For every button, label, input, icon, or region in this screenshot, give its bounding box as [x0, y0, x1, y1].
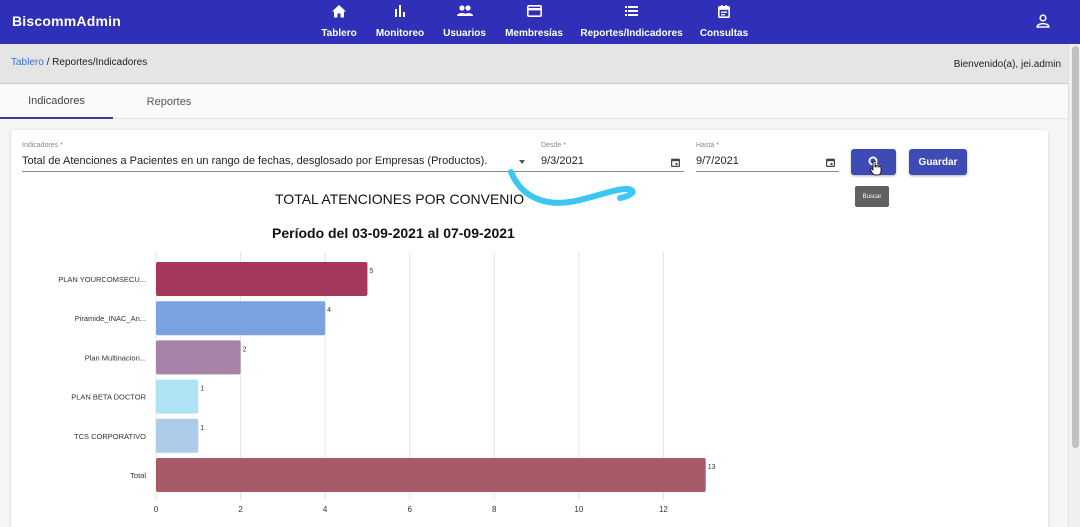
nav-tablero[interactable]: Tablero	[321, 0, 357, 44]
bar[interactable]	[156, 262, 368, 296]
y-category-label: Total	[130, 471, 146, 480]
bar-value-label: 5	[369, 268, 373, 275]
nav-consultas[interactable]: Consultas	[699, 0, 749, 44]
nav-label: Monitoreo	[375, 28, 425, 39]
people-icon	[456, 3, 473, 19]
x-tick-label: 6	[407, 505, 412, 514]
card-icon	[526, 3, 542, 19]
bar-chart-icon	[394, 3, 406, 19]
breadcrumb-bar: Tablero / Reportes/Indicadores Bienvenid…	[0, 44, 1068, 84]
bar-chart: 0 2 4 6 8 10 12PLAN YOURCOMSECU...5Piramide_IN…	[58, 252, 716, 514]
list-icon	[625, 3, 638, 19]
calendar-icon	[718, 3, 730, 19]
x-tick-label: 10	[574, 505, 583, 514]
nav-label: Membresías	[505, 28, 563, 39]
bar-value-label: 13	[708, 464, 716, 471]
tab-bar: Indicadores Reportes	[0, 85, 1068, 119]
y-category-label: Piramide_INAC_An...	[75, 314, 146, 323]
breadcrumb-current: Reportes/Indicadores	[52, 57, 148, 68]
nav-label: Tablero	[321, 28, 357, 39]
x-tick-label: 12	[659, 505, 668, 514]
tab-reportes[interactable]: Reportes	[113, 85, 225, 119]
nav-label: Usuarios	[443, 28, 486, 39]
vertical-scrollbar[interactable]	[1068, 44, 1080, 527]
bar-value-label: 2	[243, 346, 247, 353]
y-category-label: TCS CORPORATIVO	[74, 432, 146, 441]
breadcrumb: Tablero / Reportes/Indicadores	[11, 57, 147, 68]
nav-monitoreo[interactable]: Monitoreo	[375, 0, 425, 44]
nav-label: Reportes/Indicadores	[580, 28, 683, 39]
nav-usuarios[interactable]: Usuarios	[443, 0, 486, 44]
y-category-label: PLAN YOURCOMSECU...	[58, 275, 146, 284]
bar-value-label: 1	[200, 425, 204, 432]
top-navbar: BiscommAdmin Tablero Monitoreo Usuarios …	[0, 0, 1080, 44]
bar-value-label: 1	[200, 386, 204, 393]
y-category-label: Plan Multinacion...	[85, 353, 146, 362]
x-tick-label: 8	[492, 505, 497, 514]
bar[interactable]	[156, 301, 326, 336]
bar[interactable]	[156, 340, 241, 375]
bar[interactable]	[156, 379, 199, 414]
nav-membresias[interactable]: Membresías	[505, 0, 563, 44]
welcome-text: Bienvenido(a), jei.admin	[953, 59, 1061, 70]
breadcrumb-separator: /	[43, 57, 53, 68]
home-icon	[332, 3, 346, 19]
nav-reportes-indicadores[interactable]: Reportes/Indicadores	[580, 0, 683, 44]
tab-indicadores[interactable]: Indicadores	[0, 85, 113, 119]
x-tick-label: 0	[154, 505, 159, 514]
bar[interactable]	[156, 458, 706, 492]
x-tick-label: 2	[238, 505, 243, 514]
nav-label: Consultas	[699, 28, 749, 39]
bar[interactable]	[156, 418, 199, 453]
y-category-label: PLAN BETA DOCTOR	[71, 393, 146, 402]
app-title[interactable]: BiscommAdmin	[12, 13, 121, 29]
indicator-card: Indicadores * Total de Atenciones a Paci…	[11, 130, 1048, 527]
breadcrumb-link-tablero[interactable]: Tablero	[11, 57, 44, 68]
x-tick-label: 4	[323, 505, 328, 514]
bar-value-label: 4	[327, 307, 331, 314]
account-icon[interactable]	[1036, 14, 1050, 28]
scrollbar-thumb[interactable]	[1072, 46, 1079, 448]
